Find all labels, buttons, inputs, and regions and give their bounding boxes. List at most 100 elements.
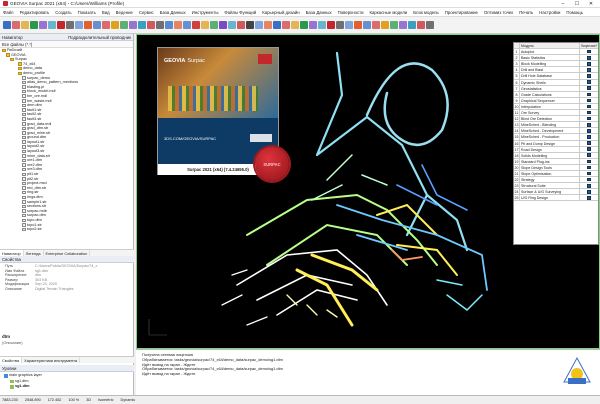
license-checkbox[interactable] xyxy=(587,183,591,188)
tree-item[interactable]: topo2.str xyxy=(0,227,134,232)
toolbar-tool-icon[interactable] xyxy=(192,21,200,29)
menu-item[interactable]: Инструменты xyxy=(192,10,219,15)
toolbar-tool-icon[interactable] xyxy=(255,21,263,29)
minimize-button[interactable]: – xyxy=(556,0,570,8)
toolbar-tool-icon[interactable] xyxy=(30,21,38,29)
toolbar-tool-icon[interactable] xyxy=(120,21,128,29)
menu-item[interactable]: Создать xyxy=(55,10,71,15)
toolbar-tool-icon[interactable] xyxy=(237,21,245,29)
toolbar-tool-icon[interactable] xyxy=(102,21,110,29)
layer-item[interactable]: sg1.dtm xyxy=(0,384,134,390)
toolbar-tool-icon[interactable] xyxy=(246,21,254,29)
license-checkbox[interactable] xyxy=(587,135,591,139)
toolbar-tool-icon[interactable] xyxy=(228,21,236,29)
license-checkbox[interactable] xyxy=(587,92,591,97)
license-checkbox[interactable] xyxy=(587,171,591,176)
license-checkbox[interactable] xyxy=(587,86,591,90)
menu-item[interactable]: Печать xyxy=(519,10,533,15)
license-checkbox[interactable] xyxy=(587,196,591,200)
license-checkbox[interactable] xyxy=(587,141,591,145)
license-checkbox[interactable] xyxy=(587,110,591,115)
license-checkbox[interactable] xyxy=(587,122,591,127)
toolbar-tool-icon[interactable] xyxy=(147,21,155,29)
menu-item[interactable]: Редактировать xyxy=(20,10,50,15)
toolbar-tool-icon[interactable] xyxy=(111,21,119,29)
toolbar-tool-icon[interactable] xyxy=(21,21,29,29)
status-view[interactable]: Isometric xyxy=(98,398,113,402)
toolbar-tool-icon[interactable] xyxy=(363,21,371,29)
toolbar-tool-icon[interactable] xyxy=(39,21,47,29)
toolbar-tool-icon[interactable] xyxy=(75,21,83,29)
toolbar-tool-icon[interactable] xyxy=(210,21,218,29)
toolbar-tool-icon[interactable] xyxy=(399,21,407,29)
menu-item[interactable]: Карьерный дизайн xyxy=(262,10,299,15)
license-checkbox[interactable] xyxy=(587,165,591,170)
toolbar-tool-icon[interactable] xyxy=(156,21,164,29)
menu-item[interactable]: Каркасные модели xyxy=(369,10,407,15)
toolbar-tool-icon[interactable] xyxy=(174,21,182,29)
license-checkbox[interactable] xyxy=(587,147,591,151)
toolbar-tool-icon[interactable] xyxy=(165,21,173,29)
toolbar-tool-icon[interactable] xyxy=(183,21,191,29)
toolbar-tool-icon[interactable] xyxy=(390,21,398,29)
license-checkbox[interactable] xyxy=(587,129,591,133)
maximize-button[interactable]: ☐ xyxy=(570,0,584,8)
license-checkbox[interactable] xyxy=(587,104,591,109)
toolbar-tool-icon[interactable] xyxy=(84,21,92,29)
license-checkbox[interactable] xyxy=(587,55,591,60)
menu-item[interactable]: Проектирование xyxy=(445,10,478,15)
toolbar-tool-icon[interactable] xyxy=(300,21,308,29)
toolbar-tool-icon[interactable] xyxy=(345,21,353,29)
menu-item[interactable]: База Данных xyxy=(306,10,332,15)
toolbar-tool-icon[interactable] xyxy=(381,21,389,29)
toolbar-tool-icon[interactable] xyxy=(336,21,344,29)
toolbar-tool-icon[interactable] xyxy=(417,21,425,29)
toolbar-tool-icon[interactable] xyxy=(264,21,272,29)
toolbar-tool-icon[interactable] xyxy=(3,21,11,29)
menu-item[interactable]: База Данных xyxy=(160,10,186,15)
toolbar-tool-icon[interactable] xyxy=(408,21,416,29)
toolbar-tool-icon[interactable] xyxy=(219,21,227,29)
license-checkbox[interactable] xyxy=(587,74,591,78)
license-checkbox[interactable] xyxy=(587,49,591,54)
toolbar-tool-icon[interactable] xyxy=(354,21,362,29)
toolbar-tool-icon[interactable] xyxy=(282,21,290,29)
license-checkbox[interactable] xyxy=(587,116,591,121)
toolbar-tool-icon[interactable] xyxy=(48,21,56,29)
toolbar-tool-icon[interactable] xyxy=(129,21,137,29)
license-checkbox[interactable] xyxy=(587,177,591,182)
menu-item[interactable]: Сервис xyxy=(139,10,154,15)
close-button[interactable]: ✕ xyxy=(584,0,598,8)
toolbar-tool-icon[interactable] xyxy=(372,21,380,29)
graphics-viewport[interactable]: GEOVIA Surpac 3DS.COM/GEOVIA/SURPAC Surp… xyxy=(136,34,600,349)
menu-item[interactable]: Ведение xyxy=(116,10,133,15)
menu-item[interactable]: Поверхности xyxy=(338,10,364,15)
license-checkbox[interactable] xyxy=(587,159,591,164)
toolbar-tool-icon[interactable] xyxy=(273,21,281,29)
path-filter[interactable]: Все файлы (*.*) xyxy=(0,41,133,48)
menu-item[interactable]: Настройки xyxy=(539,10,560,15)
menu-item[interactable]: Файлы Функций xyxy=(224,10,256,15)
license-checkbox[interactable] xyxy=(587,98,591,103)
menu-item[interactable]: Блок модель xyxy=(413,10,439,15)
menu-item[interactable]: Показать xyxy=(78,10,96,15)
menu-item[interactable]: Файл xyxy=(3,10,14,15)
toolbar-tool-icon[interactable] xyxy=(66,21,74,29)
toolbar-tool-icon[interactable] xyxy=(57,21,65,29)
menu-item[interactable]: Оптимиз точек xyxy=(484,10,513,15)
toolbar-tool-icon[interactable] xyxy=(93,21,101,29)
license-checkbox[interactable] xyxy=(587,190,591,194)
toolbar-tool-icon[interactable] xyxy=(12,21,20,29)
toolbar-tool-icon[interactable] xyxy=(201,21,209,29)
license-checkbox[interactable] xyxy=(587,68,591,72)
toolbar-tool-icon[interactable] xyxy=(318,21,326,29)
license-checkbox[interactable] xyxy=(587,62,591,66)
status-zoom[interactable]: 100 % xyxy=(68,398,79,402)
toolbar-tool-icon[interactable] xyxy=(138,21,146,29)
toolbar-tool-icon[interactable] xyxy=(309,21,317,29)
panel-tab[interactable]: Свойства xyxy=(0,357,23,363)
menu-item[interactable]: Вид xyxy=(102,10,110,15)
license-checkbox[interactable] xyxy=(587,153,591,158)
toolbar-tool-icon[interactable] xyxy=(426,21,434,29)
panel-tab[interactable]: Характеристики инструмента xyxy=(22,357,80,363)
